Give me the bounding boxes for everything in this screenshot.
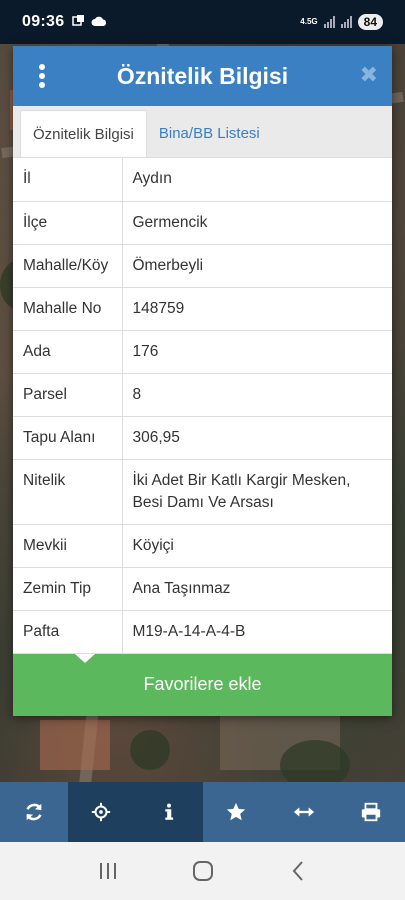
status-bar: 09:36 4.5G 84 — [0, 0, 405, 44]
table-row: Zemin Tip Ana Taşınmaz — [13, 567, 392, 611]
info-icon — [165, 803, 173, 820]
attribute-value: 176 — [122, 330, 392, 374]
dialog-title: Öznitelik Bilgisi — [116, 62, 289, 89]
table-row: Parsel 8 — [13, 373, 392, 417]
table-row: Mahalle No 148759 — [13, 287, 392, 331]
table-row: İlçe Germencik — [13, 201, 392, 245]
attribute-value: 148759 — [122, 287, 392, 331]
tab-building-list[interactable]: Bina/BB Listesi — [147, 110, 272, 157]
refresh-button[interactable] — [0, 782, 68, 842]
attribute-key: Nitelik — [13, 459, 123, 525]
attribute-value: Aydın — [122, 158, 392, 202]
system-navigation-bar — [0, 842, 405, 900]
signal-icon — [323, 16, 335, 28]
attribute-table: İl Aydın İlçe Germencik Mahalle/Köy Ömerbeyli… — [13, 158, 392, 654]
signal-icon-2 — [340, 16, 352, 28]
info-button[interactable] — [135, 782, 203, 842]
tab-attribute-info[interactable]: Öznitelik Bilgisi — [20, 110, 147, 157]
print-button[interactable] — [338, 782, 405, 842]
attribute-key: İl — [13, 158, 123, 202]
table-row: Pafta M19-A-14-A-4-B — [13, 610, 392, 654]
attribute-value: 8 — [122, 373, 392, 417]
table-row: Mevkii Köyiçi — [13, 524, 392, 568]
table-row: Mahalle/Köy Ömerbeyli — [13, 244, 392, 288]
attribute-key: Mahalle No — [13, 287, 123, 331]
refresh-icon — [26, 803, 42, 821]
recent-apps-button[interactable] — [88, 851, 128, 891]
table-row: Ada 176 — [13, 330, 392, 374]
attribute-dialog: Öznitelik Bilgisi ✖ Öznitelik Bilgisi Bi… — [13, 46, 392, 716]
back-button[interactable] — [278, 851, 318, 891]
recent-apps-icon — [99, 863, 116, 879]
back-icon — [292, 861, 303, 881]
network-type: 4.5G — [300, 17, 318, 26]
locate-icon — [92, 802, 111, 822]
attribute-value: Ana Taşınmaz — [122, 567, 392, 611]
attribute-key: Ada — [13, 330, 123, 374]
attribute-key: İlçe — [13, 201, 123, 245]
favorites-button[interactable] — [203, 782, 271, 842]
attribute-value: M19-A-14-A-4-B — [122, 610, 392, 654]
close-icon[interactable]: ✖ — [360, 62, 378, 88]
star-icon — [227, 802, 246, 821]
attribute-value: Ömerbeyli — [122, 244, 392, 288]
add-favorite-button[interactable]: Favorilere ekle — [13, 653, 392, 716]
home-button[interactable] — [183, 851, 223, 891]
attribute-value: Köyiçi — [122, 524, 392, 568]
attribute-key: Mevkii — [13, 524, 123, 568]
attribute-key: Zemin Tip — [13, 567, 123, 611]
battery-indicator: 84 — [357, 14, 383, 30]
table-row: Tapu Alanı 306,95 — [13, 416, 392, 460]
attribute-value: İki Adet Bir Katlı Kargir Mesken, Besi D… — [122, 459, 392, 525]
attribute-key: Pafta — [13, 610, 123, 654]
status-time: 09:36 — [22, 13, 65, 30]
tab-bar: Öznitelik Bilgisi Bina/BB Listesi — [13, 106, 392, 158]
bottom-toolbar — [0, 782, 405, 842]
measure-button[interactable] — [270, 782, 338, 842]
more-menu-icon[interactable] — [33, 64, 51, 88]
cloud-icon — [91, 15, 107, 30]
attribute-key: Parsel — [13, 373, 123, 417]
table-row: Nitelik İki Adet Bir Katlı Kargir Mesken,… — [13, 459, 392, 525]
locate-button[interactable] — [67, 782, 135, 842]
attribute-value: Germencik — [122, 201, 392, 245]
dialog-header: Öznitelik Bilgisi ✖ — [13, 46, 392, 106]
attribute-key: Tapu Alanı — [13, 416, 123, 460]
home-icon — [192, 861, 213, 881]
print-icon — [362, 802, 381, 822]
table-row: İl Aydın — [13, 158, 392, 202]
attribute-key: Mahalle/Köy — [13, 244, 123, 288]
measure-icon — [293, 807, 314, 817]
attribute-value: 306,95 — [122, 416, 392, 460]
notification-icon — [72, 14, 85, 30]
